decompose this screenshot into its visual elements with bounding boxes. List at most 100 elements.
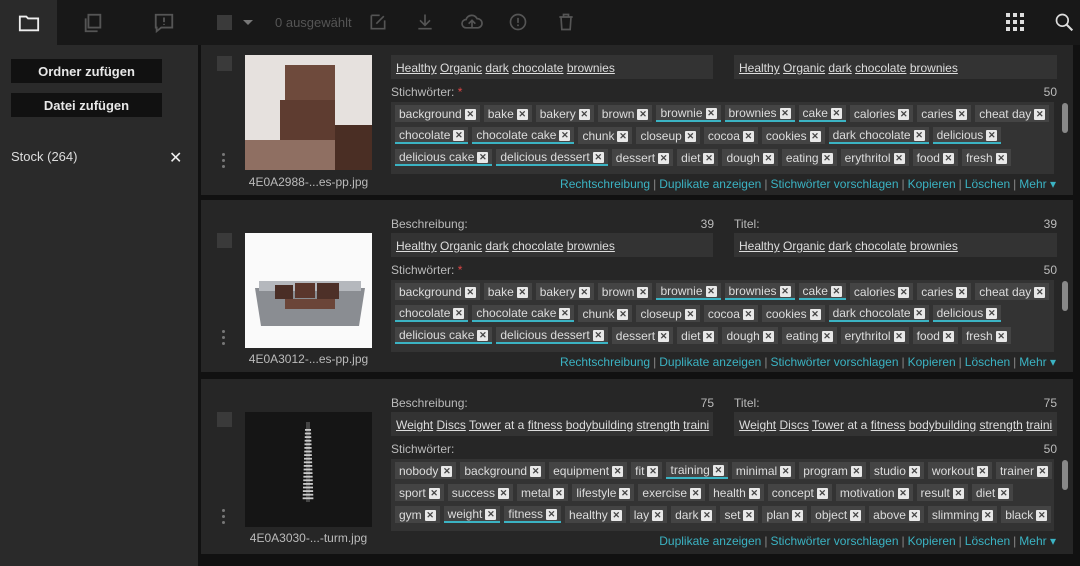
remove-keyword-icon[interactable]: ✕ xyxy=(742,130,754,142)
scrollbar-thumb[interactable] xyxy=(1062,460,1068,490)
remove-keyword-icon[interactable]: ✕ xyxy=(952,487,964,499)
remove-keyword-icon[interactable]: ✕ xyxy=(913,307,925,319)
remove-keyword-icon[interactable]: ✕ xyxy=(578,286,590,298)
remove-keyword-icon[interactable]: ✕ xyxy=(477,151,489,163)
remove-keyword-icon[interactable]: ✕ xyxy=(779,285,791,297)
keyword-tag[interactable]: fit ✕ xyxy=(631,462,663,479)
remove-keyword-icon[interactable]: ✕ xyxy=(816,487,828,499)
thumbnail[interactable] xyxy=(245,55,372,170)
remove-keyword-icon[interactable]: ✕ xyxy=(592,329,604,341)
keyword-tag[interactable]: chunk ✕ xyxy=(578,305,633,322)
remove-keyword-icon[interactable]: ✕ xyxy=(516,108,528,120)
search-icon[interactable] xyxy=(1053,11,1075,33)
remove-keyword-icon[interactable]: ✕ xyxy=(441,465,453,477)
keyword-tag[interactable]: erythritol ✕ xyxy=(840,149,909,166)
action-duplicates[interactable]: Duplikate anzeigen xyxy=(659,355,761,369)
keyword-tag[interactable]: cheat day ✕ xyxy=(975,283,1050,300)
keyword-tag[interactable]: dark chocolate ✕ xyxy=(828,305,929,322)
action-more[interactable]: Mehr ▾ xyxy=(1019,355,1056,369)
keyword-tag[interactable]: sport ✕ xyxy=(395,484,444,501)
keyword-tag[interactable]: background ✕ xyxy=(395,283,480,300)
remove-keyword-icon[interactable]: ✕ xyxy=(998,487,1010,499)
keyword-tag[interactable]: workout ✕ xyxy=(927,462,992,479)
remove-keyword-icon[interactable]: ✕ xyxy=(464,286,476,298)
keyword-tag[interactable]: bake ✕ xyxy=(483,283,532,300)
drag-handle-icon[interactable] xyxy=(222,509,226,527)
tab-comments[interactable] xyxy=(135,0,192,45)
keyword-tag[interactable]: delicious dessert ✕ xyxy=(496,327,608,344)
keyword-tag[interactable]: brownie ✕ xyxy=(656,105,721,122)
remove-keyword-icon[interactable]: ✕ xyxy=(578,108,590,120)
remove-keyword-icon[interactable]: ✕ xyxy=(516,286,528,298)
action-suggest[interactable]: Stichwörter vorschlagen xyxy=(770,355,898,369)
keyword-tag[interactable]: erythritol ✕ xyxy=(840,327,909,344)
action-copy[interactable]: Kopieren xyxy=(908,177,956,191)
action-duplicates[interactable]: Duplikate anzeigen xyxy=(659,177,761,191)
thumbnail[interactable] xyxy=(245,412,372,527)
keyword-tag[interactable]: chunk ✕ xyxy=(578,127,633,144)
remove-keyword-icon[interactable]: ✕ xyxy=(617,130,629,142)
remove-keyword-icon[interactable]: ✕ xyxy=(477,329,489,341)
action-delete[interactable]: Löschen xyxy=(965,177,1010,191)
remove-keyword-icon[interactable]: ✕ xyxy=(850,509,862,521)
keyword-tag[interactable]: delicious ✕ xyxy=(932,305,1002,322)
keyword-tag[interactable]: cake ✕ xyxy=(798,105,846,122)
title-input[interactable]: Healthy Organic dark chocolate brownies xyxy=(734,233,1057,257)
add-folder-button[interactable]: Ordner zufügen xyxy=(11,59,162,83)
grid-icon[interactable] xyxy=(1004,11,1026,33)
remove-keyword-icon[interactable]: ✕ xyxy=(658,330,670,342)
remove-keyword-icon[interactable]: ✕ xyxy=(705,285,717,297)
keyword-tag[interactable]: lay ✕ xyxy=(629,506,668,523)
edit-icon[interactable] xyxy=(367,11,389,33)
keyword-box[interactable]: nobody ✕ background ✕ equipment ✕ fit ✕ training… xyxy=(391,459,1054,531)
keyword-tag[interactable]: above ✕ xyxy=(869,506,924,523)
remove-keyword-icon[interactable]: ✕ xyxy=(898,286,910,298)
keyword-tag[interactable]: food ✕ xyxy=(912,149,958,166)
keyword-tag[interactable]: fresh ✕ xyxy=(961,327,1011,344)
keyword-tag[interactable]: dark chocolate ✕ xyxy=(828,127,929,144)
keyword-tag[interactable]: caries ✕ xyxy=(917,283,972,300)
remove-keyword-icon[interactable]: ✕ xyxy=(748,487,760,499)
remove-keyword-icon[interactable]: ✕ xyxy=(637,108,649,120)
remove-keyword-icon[interactable]: ✕ xyxy=(908,509,920,521)
keyword-tag[interactable]: fresh ✕ xyxy=(961,149,1011,166)
remove-keyword-icon[interactable]: ✕ xyxy=(712,464,724,476)
action-suggest[interactable]: Stichwörter vorschlagen xyxy=(770,534,898,548)
action-delete[interactable]: Löschen xyxy=(965,355,1010,369)
keyword-tag[interactable]: diet ✕ xyxy=(971,484,1014,501)
action-copy[interactable]: Kopieren xyxy=(908,534,956,548)
remove-keyword-icon[interactable]: ✕ xyxy=(830,107,842,119)
keyword-tag[interactable]: equipment ✕ xyxy=(549,462,628,479)
keyword-tag[interactable]: eating ✕ xyxy=(781,149,837,166)
remove-keyword-icon[interactable]: ✕ xyxy=(619,487,631,499)
remove-keyword-icon[interactable]: ✕ xyxy=(762,330,774,342)
keyword-tag[interactable]: result ✕ xyxy=(916,484,968,501)
info-icon[interactable] xyxy=(507,11,529,33)
keyword-tag[interactable]: healthy ✕ xyxy=(565,506,626,523)
remove-keyword-icon[interactable]: ✕ xyxy=(703,330,715,342)
keyword-tag[interactable]: nobody ✕ xyxy=(395,462,457,479)
keyword-tag[interactable]: brownie ✕ xyxy=(656,283,721,300)
keyword-tag[interactable]: minimal ✕ xyxy=(731,462,796,479)
remove-keyword-icon[interactable]: ✕ xyxy=(956,286,968,298)
select-checkbox[interactable] xyxy=(217,233,232,248)
remove-keyword-icon[interactable]: ✕ xyxy=(617,308,629,320)
thumbnail[interactable] xyxy=(245,233,372,348)
keyword-tag[interactable]: dessert ✕ xyxy=(611,149,674,166)
keyword-tag[interactable]: background ✕ xyxy=(395,105,480,122)
keyword-tag[interactable]: diet ✕ xyxy=(677,149,719,166)
remove-keyword-icon[interactable]: ✕ xyxy=(821,330,833,342)
keyword-tag[interactable]: lifestyle ✕ xyxy=(572,484,635,501)
description-input[interactable]: Healthy Organic dark chocolate brownies xyxy=(391,55,713,79)
remove-keyword-icon[interactable]: ✕ xyxy=(684,130,696,142)
keyword-tag[interactable]: cheat day ✕ xyxy=(975,105,1050,122)
keyword-tag[interactable]: fitness ✕ xyxy=(504,506,562,523)
action-more[interactable]: Mehr ▾ xyxy=(1019,534,1056,548)
remove-keyword-icon[interactable]: ✕ xyxy=(982,509,994,521)
keyword-tag[interactable]: studio ✕ xyxy=(869,462,924,479)
download-icon[interactable] xyxy=(414,11,436,33)
remove-keyword-icon[interactable]: ✕ xyxy=(850,465,862,477)
description-input[interactable]: Weight Discs Tower at a fitness bodybuil… xyxy=(391,412,713,436)
remove-keyword-icon[interactable]: ✕ xyxy=(780,465,792,477)
keyword-tag[interactable]: cookies ✕ xyxy=(761,127,825,144)
